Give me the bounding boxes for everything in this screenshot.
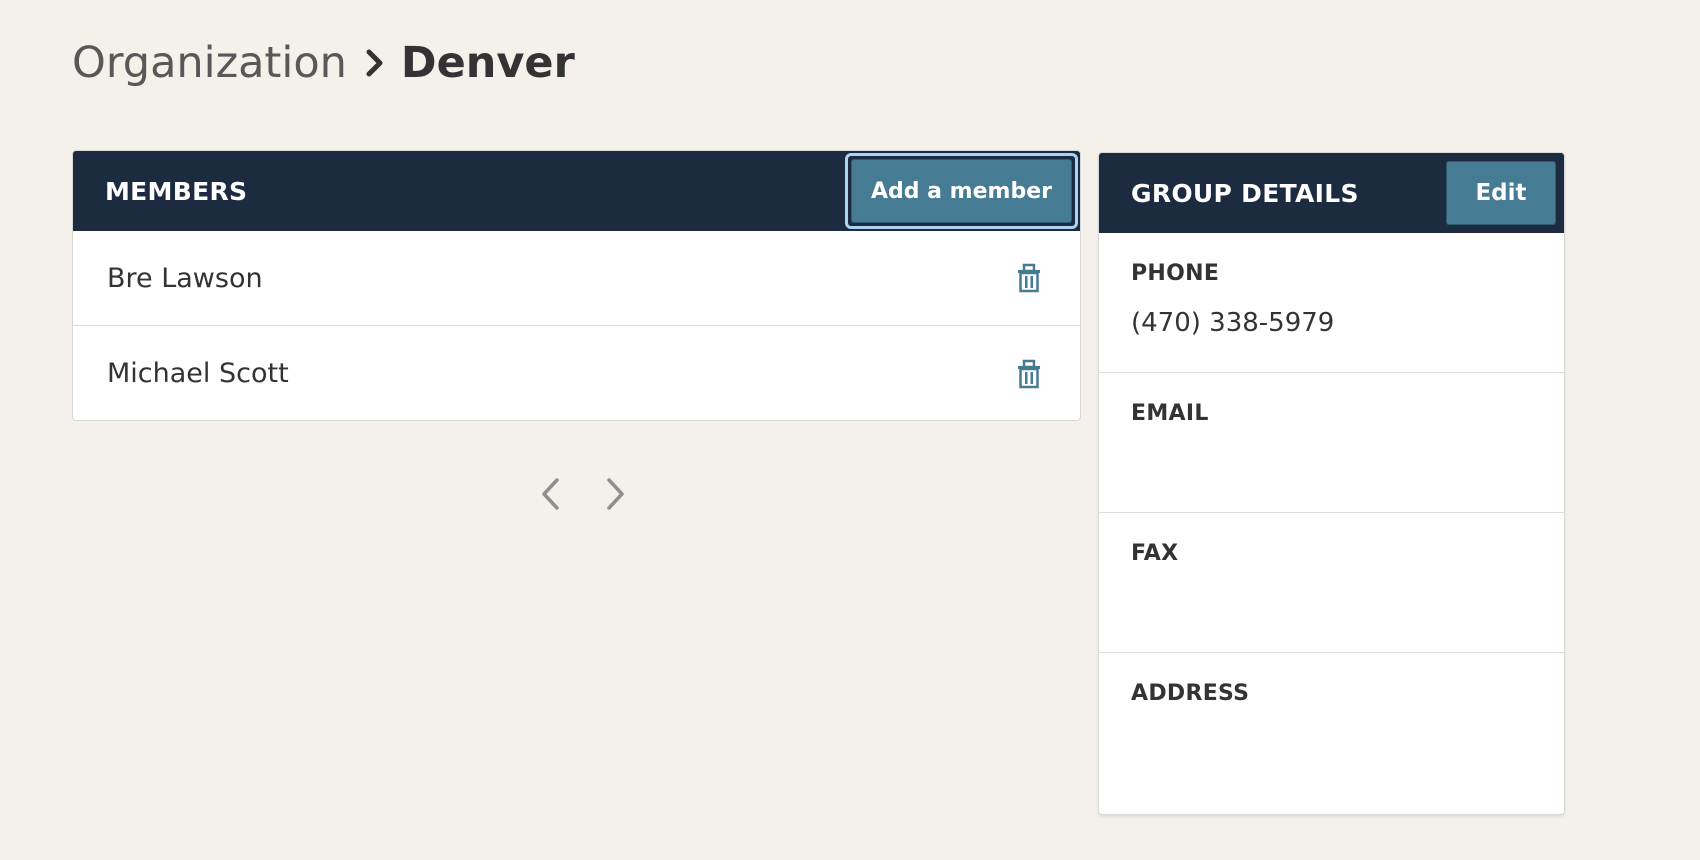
group-details-card: GROUP DETAILS Edit PHONE (470) 338-5979 … <box>1098 152 1565 815</box>
member-name: Bre Lawson <box>107 262 263 294</box>
chevron-left-icon[interactable] <box>532 474 570 514</box>
member-name: Michael Scott <box>107 358 289 389</box>
member-row: Bre Lawson <box>73 231 1080 326</box>
fax-section: FAX <box>1099 513 1564 653</box>
page: Organization Denver MEMBERS Add a member… <box>0 0 1700 860</box>
members-card: MEMBERS Add a member Bre Lawson Michael … <box>72 150 1081 421</box>
address-section: ADDRESS <box>1099 653 1564 813</box>
address-label: ADDRESS <box>1131 681 1250 706</box>
phone-section: PHONE (470) 338-5979 <box>1099 233 1564 373</box>
pagination <box>532 474 634 514</box>
email-section: EMAIL <box>1099 373 1564 513</box>
fax-label: FAX <box>1131 541 1179 566</box>
group-details-header: GROUP DETAILS Edit <box>1099 153 1564 233</box>
edit-button[interactable]: Edit <box>1446 161 1556 225</box>
trash-icon[interactable] <box>1014 357 1044 391</box>
phone-label: PHONE <box>1131 261 1220 286</box>
member-row: Michael Scott <box>73 326 1080 420</box>
breadcrumb: Organization Denver <box>72 34 575 92</box>
breadcrumb-current: Denver <box>400 38 575 88</box>
phone-value: (470) 338-5979 <box>1131 308 1335 338</box>
chevron-right-icon[interactable] <box>596 474 634 514</box>
email-label: EMAIL <box>1131 401 1209 426</box>
chevron-right-icon <box>357 45 393 81</box>
members-header: MEMBERS Add a member <box>73 151 1080 231</box>
add-member-button[interactable]: Add a member <box>845 153 1078 229</box>
add-member-button-label: Add a member <box>851 159 1072 223</box>
members-title: MEMBERS <box>105 176 248 206</box>
trash-icon[interactable] <box>1014 261 1044 295</box>
breadcrumb-parent-link[interactable]: Organization <box>72 34 347 92</box>
group-details-title: GROUP DETAILS <box>1131 178 1359 208</box>
